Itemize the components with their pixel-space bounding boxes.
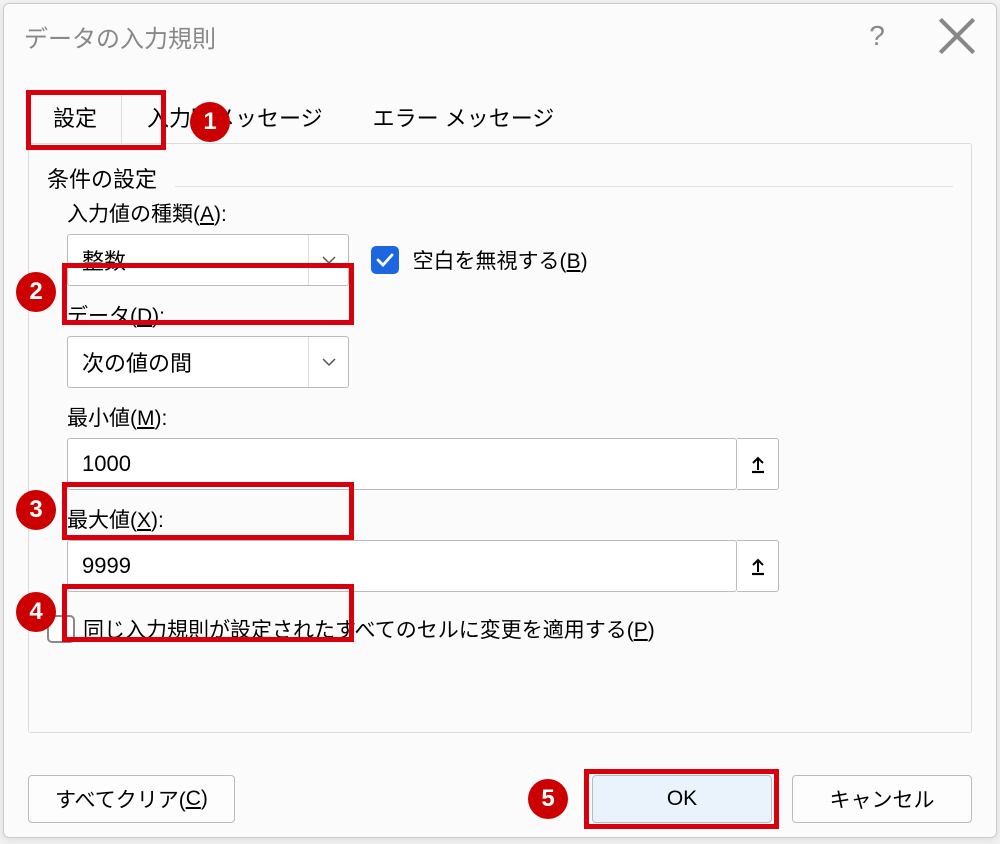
- allow-label: 入力値の種類(A):: [67, 198, 953, 228]
- clear-all-button[interactable]: すべてクリア(C): [28, 775, 235, 823]
- tab-input-message[interactable]: 入力時メッセージ: [122, 90, 348, 143]
- ignore-blank-row[interactable]: 空白を無視する(B): [371, 245, 588, 275]
- allow-block: 入力値の種類(A): 整数 空白を無視する(B): [67, 198, 953, 286]
- button-bar: すべてクリア(C) OK キャンセル: [4, 775, 996, 823]
- close-button[interactable]: [932, 11, 982, 61]
- data-value: 次の値の間: [68, 346, 308, 378]
- collapse-dialog-icon: [749, 454, 767, 474]
- titlebar: データの入力規則 ?: [4, 4, 996, 64]
- fieldset-label: 条件の設定: [47, 162, 157, 198]
- tab-error-message[interactable]: エラー メッセージ: [348, 90, 580, 143]
- min-block: 最小値(M):: [67, 402, 953, 490]
- ignore-blank-checkbox[interactable]: [371, 246, 399, 274]
- close-icon: [932, 11, 982, 61]
- cancel-button[interactable]: キャンセル: [792, 775, 972, 823]
- help-button[interactable]: ?: [852, 11, 902, 61]
- data-label: データ(D):: [67, 300, 953, 330]
- allow-select[interactable]: 整数: [67, 234, 349, 286]
- max-block: 最大値(X):: [67, 504, 953, 592]
- check-icon: [376, 253, 394, 267]
- fieldset-header: 条件の設定: [47, 162, 953, 198]
- max-input[interactable]: [67, 540, 737, 592]
- chevron-down-icon: [308, 337, 348, 387]
- allow-value: 整数: [68, 244, 308, 276]
- ignore-blank-label: 空白を無視する(B): [413, 250, 588, 273]
- data-select[interactable]: 次の値の間: [67, 336, 349, 388]
- apply-all-row[interactable]: 同じ入力規則が設定されたすべてのセルに変更を適用する(P): [47, 614, 953, 644]
- min-ref-button[interactable]: [737, 438, 779, 490]
- fieldset-divider: [175, 186, 953, 187]
- settings-panel: 条件の設定 入力値の種類(A): 整数 空白を: [28, 143, 972, 733]
- dialog-title: データの入力規則: [24, 19, 852, 54]
- tab-settings[interactable]: 設定: [28, 90, 122, 143]
- min-label: 最小値(M):: [67, 402, 953, 432]
- min-input[interactable]: [67, 438, 737, 490]
- max-label: 最大値(X):: [67, 504, 953, 534]
- apply-all-label: 同じ入力規則が設定されたすべてのセルに変更を適用する(P): [83, 614, 655, 644]
- ok-button[interactable]: OK: [592, 775, 772, 823]
- tabs: 設定 入力時メッセージ エラー メッセージ: [4, 64, 996, 143]
- collapse-dialog-icon: [749, 556, 767, 576]
- data-validation-dialog: データの入力規則 ? 設定 入力時メッセージ エラー メッセージ 条件の設定 入…: [3, 3, 997, 838]
- apply-all-checkbox[interactable]: [47, 615, 75, 643]
- max-ref-button[interactable]: [737, 540, 779, 592]
- chevron-down-icon: [308, 235, 348, 285]
- data-block: データ(D): 次の値の間: [67, 300, 953, 388]
